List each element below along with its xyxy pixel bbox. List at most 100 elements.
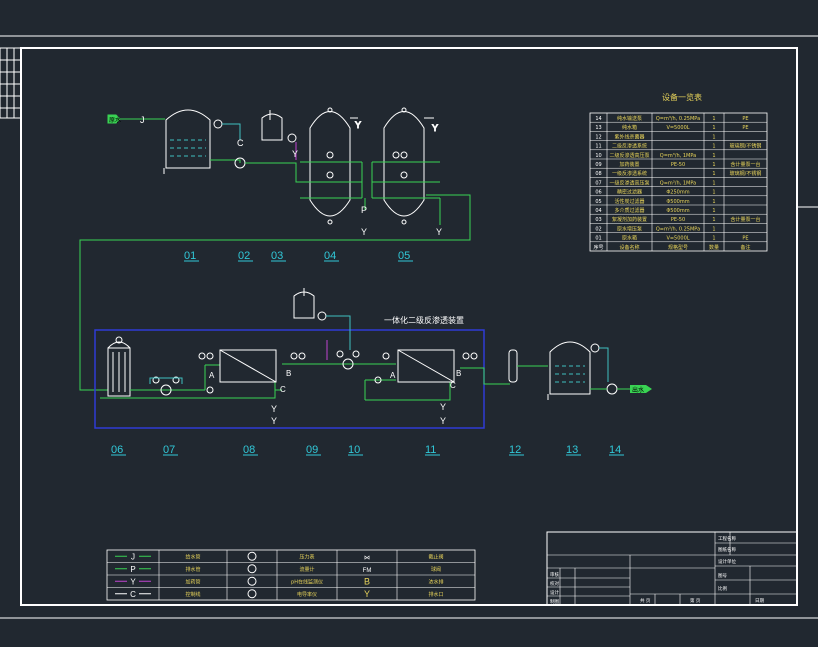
legend-valve-name: 排水口	[428, 591, 443, 598]
equipment-cell-name: 多介质过滤器	[614, 207, 644, 214]
pure-water-outlet: 出水	[630, 385, 652, 394]
equipment-cell-qty: 1	[712, 162, 715, 168]
dosing-unit-09	[293, 288, 327, 321]
port-b-08: B	[286, 369, 291, 378]
equipment-cell-qty: 1	[712, 199, 715, 205]
equipment-cell-name: 絮凝剂加药装置	[612, 216, 647, 223]
equipment-cell-name: 紫外线杀菌器	[614, 133, 644, 140]
title-block-cell: 共 页	[640, 597, 651, 604]
line-letter-c: C	[237, 138, 244, 148]
raw-water-tank-01	[163, 109, 223, 174]
line-letter-y-08a: Y	[271, 404, 277, 414]
equipment-cell-no: 07	[595, 180, 601, 186]
equipment-cell-qty: 1	[712, 116, 715, 122]
top-process-labels: 01 02 03 04 05	[184, 250, 410, 262]
equipment-cell-no: 02	[595, 226, 601, 232]
equipment-cell-spec: PE-50	[671, 162, 685, 168]
equipment-cell-qty: 1	[712, 153, 715, 159]
equipment-cell-no: 05	[595, 199, 601, 205]
equipment-cell-no: 01	[595, 236, 601, 242]
legend-line-name: 排水管	[185, 566, 200, 573]
equipment-cell-material: PE	[742, 125, 748, 131]
legend-line-letter: Y	[130, 577, 136, 586]
legend-line-letter: P	[130, 565, 135, 574]
gauge-icon	[247, 551, 257, 561]
equipment-cell-qty: 1	[712, 226, 715, 232]
title-block-cell: 设计	[550, 589, 559, 596]
process-number-05: 05	[398, 250, 410, 262]
equipment-cell-name: 一级反渗透高压泵	[609, 179, 649, 186]
legend-valve-symbol: B	[364, 576, 370, 586]
equipment-cell-spec: 规格型号	[668, 244, 688, 251]
port-c-11: C	[450, 381, 456, 390]
equipment-cell-spec: Φ250mm	[666, 190, 689, 196]
equipment-cell-spec: Q=m³/h, 1MPa	[660, 180, 696, 186]
equipment-cell-no: 11	[595, 144, 601, 150]
legend-line-name: 加药管	[185, 578, 200, 585]
gauge-icon	[247, 564, 257, 574]
pretreatment-section: 原水 J C Y Y P Y Y Y	[79, 107, 471, 391]
gauge-icon	[247, 589, 257, 599]
equipment-cell-qty: 1	[712, 208, 715, 214]
inlet-label: 原水	[109, 116, 121, 124]
ro-section: A B C Y Y A B C Y Y 出水	[100, 288, 652, 426]
equipment-cell-qty: 1	[712, 180, 715, 186]
equipment-cell-qty: 1	[712, 171, 715, 177]
legend-valve-name: 截止阀	[428, 553, 443, 560]
cartridge-filter-06	[107, 336, 131, 397]
title-block-cell: 日期	[755, 598, 764, 604]
title-block-cell: 第 页	[690, 597, 701, 604]
equipment-cell-name: 精密过滤器	[617, 189, 642, 196]
equipment-cell-spec: Q=m³/h, 1MPa	[660, 153, 696, 159]
equipment-cell-no: 13	[595, 125, 601, 131]
process-number-14: 14	[609, 444, 621, 456]
equipment-cell-no: 10	[595, 153, 601, 159]
line-letter-y-11a: Y	[440, 402, 446, 412]
uv-sterilizer-12	[508, 349, 518, 383]
process-number-07: 07	[163, 444, 175, 456]
process-number-01: 01	[184, 250, 196, 262]
legend-valve-name: 浓水排	[428, 578, 443, 585]
legend-symbol-name: 流量计	[299, 566, 314, 573]
equipment-cell-material: 玻璃钢/不锈钢	[730, 170, 762, 177]
equipment-cell-name: 原水箱	[622, 235, 637, 242]
equipment-cell-material: PE	[742, 116, 748, 122]
title-block: 工程名称图纸名称设计单位图号比例日期 审核校对设计制图 共 页 第 页	[546, 531, 798, 606]
equipment-cell-spec: PE-50	[671, 217, 685, 223]
multimedia-filter-04: Y	[309, 107, 362, 225]
title-block-cell: 比例	[718, 585, 727, 592]
equipment-cell-no: 序号	[593, 244, 603, 251]
equipment-table-title: 设备一览表	[662, 92, 702, 102]
equipment-cell-name: 二级反渗透系统	[612, 143, 647, 150]
gauge-icon	[247, 576, 257, 586]
legend-valve-name: 球阀	[431, 566, 441, 573]
legend-table: J 给水管 压力表 ⋈ 截止阀 P 排水管 流量计 FM 球阀 Y 加药管 pH在线监测仪 B 浓水排 C 控制…	[106, 549, 476, 601]
line-letter-y-05a: Y	[432, 123, 438, 133]
legend-symbol-name: 压力表	[299, 553, 314, 560]
dosing-unit-03	[261, 110, 297, 143]
process-number-12: 12	[509, 444, 521, 456]
equipment-cell-qty: 1	[712, 144, 715, 150]
port-a-11: A	[390, 371, 396, 380]
equipment-cell-spec: Φ500mm	[666, 208, 689, 214]
hp-pump-10	[336, 350, 390, 384]
drawing-frame	[0, 35, 818, 619]
line-letter-j: J	[140, 115, 145, 125]
legend-line-letter: C	[130, 590, 136, 599]
ro-membrane-11	[397, 349, 478, 383]
equipment-cell-name: 设备名称	[619, 244, 639, 251]
enclosure-title: 一体化二级反渗透装置	[384, 315, 464, 325]
process-number-13: 13	[566, 444, 578, 456]
legend-symbol-name: pH在线监测仪	[291, 578, 323, 585]
title-block-cell: 图号	[718, 573, 727, 579]
port-c-08: C	[280, 385, 286, 394]
equipment-cell-qty: 1	[712, 125, 715, 131]
process-number-08: 08	[243, 444, 255, 456]
title-block-cell: 工程名称	[718, 535, 736, 542]
title-block-cell: 制图	[550, 598, 559, 605]
equipment-cell-no: 14	[595, 116, 601, 122]
equipment-cell-name: 原水增压泵	[617, 225, 642, 232]
title-block-cell: 校对	[550, 580, 559, 587]
bottom-process-labels: 06 07 08 09 10 11 12 13 14	[111, 444, 621, 456]
equipment-cell-qty: 1	[712, 190, 715, 196]
